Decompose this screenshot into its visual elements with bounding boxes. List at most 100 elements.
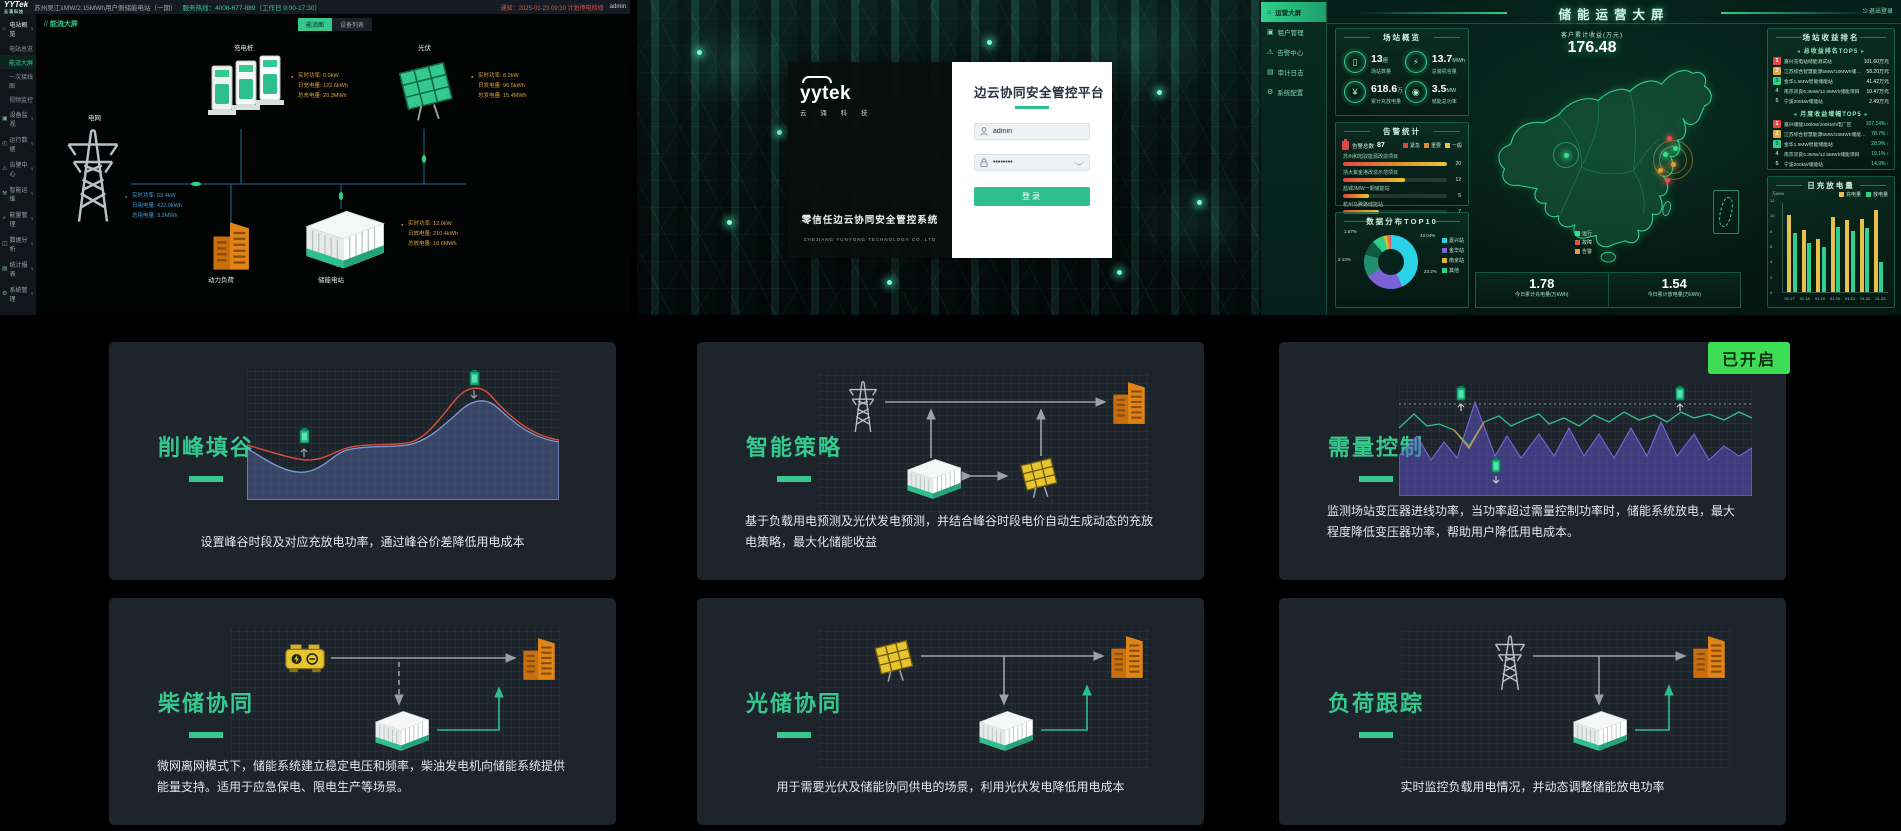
sidebar-item[interactable]: ⚠ 告警中心 ∨ bbox=[0, 156, 36, 181]
eye-icon[interactable] bbox=[1074, 160, 1084, 165]
yytek-logo-sub: 云 涌 科 技 bbox=[800, 107, 940, 117]
rank-badge: 5 bbox=[1773, 97, 1781, 105]
bar bbox=[1860, 219, 1864, 292]
donut-chart bbox=[1364, 235, 1418, 289]
china-map bbox=[1475, 48, 1745, 270]
grid-tower-icon bbox=[1496, 636, 1525, 690]
storage-container-icon bbox=[908, 459, 961, 498]
ranking-list-month: 1 嘉兴储能100kW/200kWh电厂区107.14% 2 江苏综合智慧能源5… bbox=[1768, 119, 1894, 169]
sidebar-subitem[interactable]: 一次接线图 bbox=[0, 69, 36, 92]
rank-badge: 4 bbox=[1773, 150, 1781, 158]
china-map-area: 客户累计收益(万元) 176.48 运行故障告警 bbox=[1475, 30, 1761, 270]
donut-callout: 23.2% bbox=[1424, 269, 1437, 274]
lock-icon bbox=[980, 158, 988, 167]
username-input[interactable] bbox=[993, 128, 1063, 135]
sidebar-subitems: 电站总览能流大屏一次接线图视频监控 bbox=[0, 41, 36, 106]
bar-group bbox=[1787, 203, 1797, 292]
grid-tower-icon bbox=[58, 120, 128, 225]
map-dot-running bbox=[1564, 153, 1569, 158]
password-input[interactable] bbox=[993, 159, 1063, 166]
bigscreen-sidebar-item[interactable]: ▤ 审计日志 bbox=[1261, 62, 1326, 82]
feature-card-demand-control: 已开启 需量控制 监测场站变压器进线功率，当功率超过需量控制功率时，储能系统放电… bbox=[1279, 342, 1786, 580]
bigscreen-sidebar-item[interactable]: ⚙ 系统配置 bbox=[1261, 82, 1326, 102]
bar bbox=[1879, 262, 1883, 292]
title-underline bbox=[777, 732, 811, 738]
sidebar-item[interactable]: ⚒ 智能运维 ∨ bbox=[0, 181, 36, 206]
sidebar-item[interactable]: ◫ 数据分析 ∨ bbox=[0, 231, 36, 256]
screenshot-login: yytek 云 涌 科 技 零信任边云协同安全管控系统 ZHEJIANG YUN… bbox=[637, 0, 1261, 315]
sidebar-item[interactable]: ⚙ 系统管理 ∨ bbox=[0, 281, 36, 306]
login-button[interactable]: 登录 bbox=[974, 187, 1090, 206]
grid-tower-icon bbox=[849, 382, 876, 432]
system-name: 零信任边云协同安全管控系统 bbox=[788, 212, 952, 226]
y-ticks: 121086420 bbox=[1770, 199, 1774, 295]
daily-bar-chart bbox=[1782, 203, 1888, 293]
rank-badge: 5 bbox=[1773, 160, 1781, 168]
pv-icon bbox=[1021, 458, 1057, 497]
legend-item: 故障 bbox=[1575, 239, 1592, 246]
stat-icon: ⚡ bbox=[1405, 51, 1427, 73]
legend-item: 金华站 bbox=[1442, 247, 1464, 254]
legend-item: 紧急 bbox=[1403, 142, 1420, 149]
yytek-logo: yytek bbox=[800, 76, 940, 105]
password-field-wrap bbox=[974, 154, 1090, 171]
bar-group bbox=[1874, 203, 1884, 292]
rank-badge: 1 bbox=[1773, 120, 1781, 128]
bigscreen-sidebar-item[interactable]: ⚠ 告警中心 bbox=[1261, 42, 1326, 62]
storage-container-icon bbox=[376, 711, 429, 750]
title-underline bbox=[1359, 476, 1393, 482]
station-name: 苏州吴江1MW/2.15MWh用户侧储能电站（一期） bbox=[34, 2, 176, 12]
sidebar-subitem[interactable]: 电站总览 bbox=[0, 41, 36, 55]
bar bbox=[1802, 230, 1806, 292]
y-axis-label: 万kWh bbox=[1772, 191, 1784, 197]
alarm-total: 87 bbox=[1377, 142, 1385, 149]
sidebar-subitem[interactable]: 能流大屏 bbox=[0, 55, 36, 69]
title-underline bbox=[1359, 732, 1393, 738]
menu-icon: ▤ bbox=[1267, 68, 1274, 76]
menu-icon: ⚡ bbox=[2, 215, 7, 222]
stat-icon: ◉ bbox=[1405, 81, 1427, 103]
menu-icon: ⚒ bbox=[2, 190, 7, 197]
chevron-down-icon: ∨ bbox=[30, 26, 34, 32]
feature-description: 设置峰谷时段及对应充放电功率，通过峰谷价差降低用电成本 bbox=[109, 532, 616, 552]
bar-group bbox=[1845, 203, 1855, 292]
stat-item: ¥ 618.6万 累计充放电量 bbox=[1344, 79, 1403, 105]
storage-label: 储能电站 bbox=[318, 274, 344, 284]
bar bbox=[1831, 217, 1835, 292]
bigscreen-sidebar-item[interactable]: ⌂ 运营大屏 bbox=[1261, 2, 1326, 22]
sidebar-item[interactable]: ▤ 统计报表 ∨ bbox=[0, 256, 36, 281]
page: YYTek云涌科技 苏州吴江1MW/2.15MWh用户侧储能电站（一期） 服务热… bbox=[0, 0, 1901, 831]
sidebar-subitem[interactable]: 视频监控 bbox=[0, 92, 36, 106]
stat-item: ◉ 3.5MW 储能总功率 bbox=[1405, 79, 1465, 105]
feature-description: 微网离网模式下，储能系统建立稳定电压和频率，柴油发电机向储能系统提供能量支持。适… bbox=[109, 756, 616, 797]
sidebar-group-overview[interactable]: ⌂ 电站概览 ∨ bbox=[0, 17, 36, 41]
stat-item: ▯ 13座 场站数量 bbox=[1344, 49, 1403, 75]
sidebar-item[interactable]: ⚡ 能量管理 ∨ bbox=[0, 206, 36, 231]
enabled-badge: 已开启 bbox=[1708, 342, 1790, 374]
alarm-legend: 紧急重要一般 bbox=[1403, 142, 1462, 149]
panel-distribution: 数据分布TOP10 1.67% 43.04% 2.13% 23.2% 嘉兴站金华… bbox=[1335, 212, 1469, 308]
legend-item: 运行 bbox=[1575, 230, 1592, 237]
ranking-row: 5 宁波200kW储能站2.49万元 bbox=[1768, 96, 1894, 106]
bigscreen-sidebar-item[interactable]: ▣ 租户管理 bbox=[1261, 22, 1326, 42]
donut-callout: 1.67% bbox=[1344, 229, 1357, 234]
ranking-row: 2 江苏综合智慧能源5MW/10MWh储能…78.7% bbox=[1768, 129, 1894, 139]
logout-button[interactable]: ⎋ 退出登录 bbox=[1863, 6, 1893, 16]
diesel-storage-diagram bbox=[231, 628, 561, 768]
legend-item: 重要 bbox=[1424, 142, 1441, 149]
user-menu[interactable]: admin bbox=[610, 4, 626, 10]
storage-info: 实时功率: 12.0kW日放电量: 210.4kWh总放电量: 18.6MWh bbox=[408, 220, 458, 250]
storage-container-icon bbox=[1574, 711, 1627, 750]
piles-info: 实时功率: 0.0kW日充电量: 122.6kWh总充电量: 20.3MWh bbox=[298, 72, 348, 102]
ranking-list-total: 1 嘉兴充电站储能测试站101.60万元 2 江苏综合智慧能源5MW/10MWh… bbox=[1768, 56, 1894, 106]
smart-strategy-diagram bbox=[819, 372, 1149, 512]
sidebar-item[interactable]: ▣ 设备监视 ∨ bbox=[0, 106, 36, 131]
charging-piles-icon bbox=[204, 54, 284, 124]
bar bbox=[1865, 228, 1869, 292]
feature-card-peak-shaving: 削峰填谷 设置峰谷时段及对应充放电功率，通过峰谷价差降低用电成本 bbox=[109, 342, 616, 580]
feature-card-smart-strategy: 智能策略 基于负载用电预测及光伏发电预测，并结合峰谷时段电价自动生成动态的充放电… bbox=[697, 342, 1204, 580]
feature-description: 用于需要光伏及储能协同供电的场景，利用光伏发电降低用电成本 bbox=[697, 777, 1204, 797]
sidebar-item[interactable]: ◴ 运行数据 ∨ bbox=[0, 131, 36, 156]
chevron-down-icon: ∨ bbox=[30, 141, 34, 147]
panel-title: 日充放电量 bbox=[1768, 177, 1894, 191]
